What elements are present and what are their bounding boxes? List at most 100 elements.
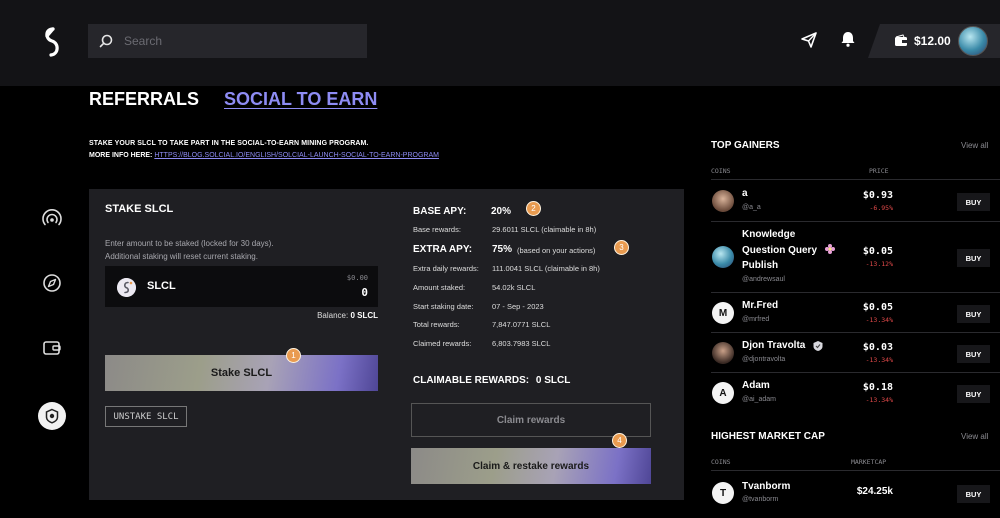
gainer-change: -13.34% (865, 396, 893, 404)
stake-amount-input[interactable]: SLCL $0.00 0 (105, 266, 378, 307)
row-divider (711, 470, 1000, 471)
avatar[interactable]: T (712, 482, 734, 504)
row-label: Total rewards: (413, 320, 460, 329)
search-bar[interactable] (88, 24, 367, 58)
top-gainers-title: TOP GAINERS (711, 140, 780, 151)
row-divider (711, 332, 1000, 333)
cap-name[interactable]: Tvanborm (742, 479, 790, 494)
highest-cap-title: HIGHEST MARKET CAP (711, 431, 825, 442)
more-info-line: MORE INFO HERE: HTTPS://BLOG.SOLCIAL.IO/… (89, 152, 439, 159)
gainer-price: $0.18 (862, 382, 893, 393)
balance-value: 0 SLCL (350, 311, 378, 320)
col-head-marketcap: MARKETCAP (851, 458, 887, 466)
claimable-rewards: CLAIMABLE REWARDS: 0 SLCL (413, 375, 570, 386)
buy-button[interactable]: BUY (957, 345, 990, 363)
gainer-handle: @andrewsaul (742, 276, 785, 283)
row-divider (711, 221, 1000, 222)
gainer-handle: @djontravolta (742, 356, 786, 363)
row-divider (711, 292, 1000, 293)
wallet-nav-icon[interactable] (41, 337, 63, 359)
shield-logo-icon (45, 408, 59, 424)
extra-apy-label: EXTRA APY: (413, 244, 473, 255)
col-head-price: PRICE (869, 167, 889, 175)
buy-button[interactable]: BUY (957, 249, 990, 267)
gainer-name[interactable]: Mr.Fred (742, 298, 778, 313)
step-badge-2: 2 (526, 201, 541, 216)
cap-value: $24.25k (856, 486, 893, 497)
wallet-amount: $12.00 (914, 34, 951, 48)
row-label: Amount staked: (413, 283, 466, 292)
extra-apy-value: 75% (492, 244, 513, 255)
input-amount-value[interactable]: 0 (361, 286, 368, 299)
claimable-value: 0 SLCL (535, 375, 571, 386)
stake-description-1: Enter amount to be staked (locked for 30… (105, 239, 274, 248)
gainer-change: -13.34% (865, 356, 893, 364)
claim-rewards-button[interactable]: Claim rewards (411, 403, 651, 437)
staking-nav-item[interactable] (38, 402, 66, 430)
row-value: 111.0041 SLCL (claimable in 8h) (492, 264, 600, 273)
more-info-label: MORE INFO HERE: (89, 152, 155, 159)
gainer-name[interactable]: Djon Travolta (742, 338, 805, 353)
user-avatar[interactable] (958, 26, 988, 56)
row-value: 54.02k SLCL (492, 283, 536, 292)
buy-button[interactable]: BUY (957, 485, 990, 503)
gainer-name-line-3[interactable]: Publish (742, 258, 778, 273)
tab-referrals[interactable]: REFERRALS (89, 89, 199, 110)
compass-icon[interactable] (41, 272, 63, 294)
buy-button[interactable]: BUY (957, 193, 990, 211)
avatar[interactable]: M (712, 302, 734, 324)
stake-info-text: STAKE YOUR SLCL TO TAKE PART IN THE SOCI… (89, 140, 369, 147)
row-value: 7,847.0771 SLCL (492, 320, 551, 329)
gainer-price: $0.05 (862, 246, 893, 257)
step-badge-1: 1 (286, 348, 301, 363)
input-usd-value: $0.00 (346, 274, 368, 282)
search-icon (99, 34, 113, 48)
gainer-handle: @mrfred (742, 316, 770, 323)
broadcast-icon[interactable] (41, 207, 63, 229)
blog-link[interactable]: HTTPS://BLOG.SOLCIAL.IO/ENGLISH/SOLCIAL-… (154, 152, 439, 159)
tab-social-to-earn[interactable]: SOCIAL TO EARN (224, 89, 377, 110)
unstake-button[interactable]: UNSTAKE SLCL (105, 406, 187, 427)
coin-label: SLCL (147, 280, 176, 292)
send-icon[interactable] (799, 30, 819, 50)
gainer-name[interactable]: Adam (742, 378, 770, 393)
base-rewards-value: 29.6011 SLCL (claimable in 8h) (492, 225, 597, 234)
stake-panel: STAKE SLCL Enter amount to be staked (lo… (89, 189, 684, 500)
stake-description-2: Additional staking will reset current st… (105, 252, 258, 261)
balance-line: Balance: 0 SLCL (105, 311, 378, 320)
base-rewards-label: Base rewards: (413, 225, 461, 234)
base-apy-value: 20% (491, 206, 512, 217)
buy-button[interactable]: BUY (957, 385, 990, 403)
search-input[interactable] (124, 34, 344, 48)
bell-icon[interactable] (838, 29, 858, 49)
solcial-logo-icon[interactable] (38, 26, 66, 58)
gainer-handle: @a_a (742, 204, 761, 211)
flower-badge-icon (825, 244, 835, 254)
avatar[interactable]: A (712, 382, 734, 404)
gainer-name-line-1[interactable]: Knowledge (742, 227, 795, 242)
avatar[interactable] (712, 246, 734, 268)
col-head-coins: COINS (711, 458, 731, 466)
highest-cap-view-all[interactable]: View all (961, 432, 988, 441)
top-gainers-view-all[interactable]: View all (961, 141, 988, 150)
step-badge-3: 3 (614, 240, 629, 255)
cap-handle: @tvanborm (742, 496, 779, 503)
gainer-price: $0.05 (862, 302, 893, 313)
gainer-price: $0.93 (862, 190, 893, 201)
gainer-change: -6.95% (869, 204, 893, 212)
avatar[interactable] (712, 342, 734, 364)
buy-button[interactable]: BUY (957, 305, 990, 323)
row-divider (711, 179, 1000, 180)
row-label: Claimed rewards: (413, 339, 472, 348)
row-label: Start staking date: (413, 302, 474, 311)
avatar[interactable] (712, 190, 734, 212)
gainer-name-line-2[interactable]: Question Query (742, 243, 817, 258)
row-divider (711, 372, 1000, 373)
row-label: Extra daily rewards: (413, 264, 479, 273)
stake-button[interactable]: Stake SLCL (105, 355, 378, 391)
shield-badge-icon (813, 341, 823, 351)
claim-restake-button[interactable]: Claim & restake rewards (411, 448, 651, 484)
extra-apy-note: (based on your actions) (517, 246, 596, 255)
row-value: 6,803.7983 SLCL (492, 339, 551, 348)
gainer-name[interactable]: a (742, 186, 748, 201)
